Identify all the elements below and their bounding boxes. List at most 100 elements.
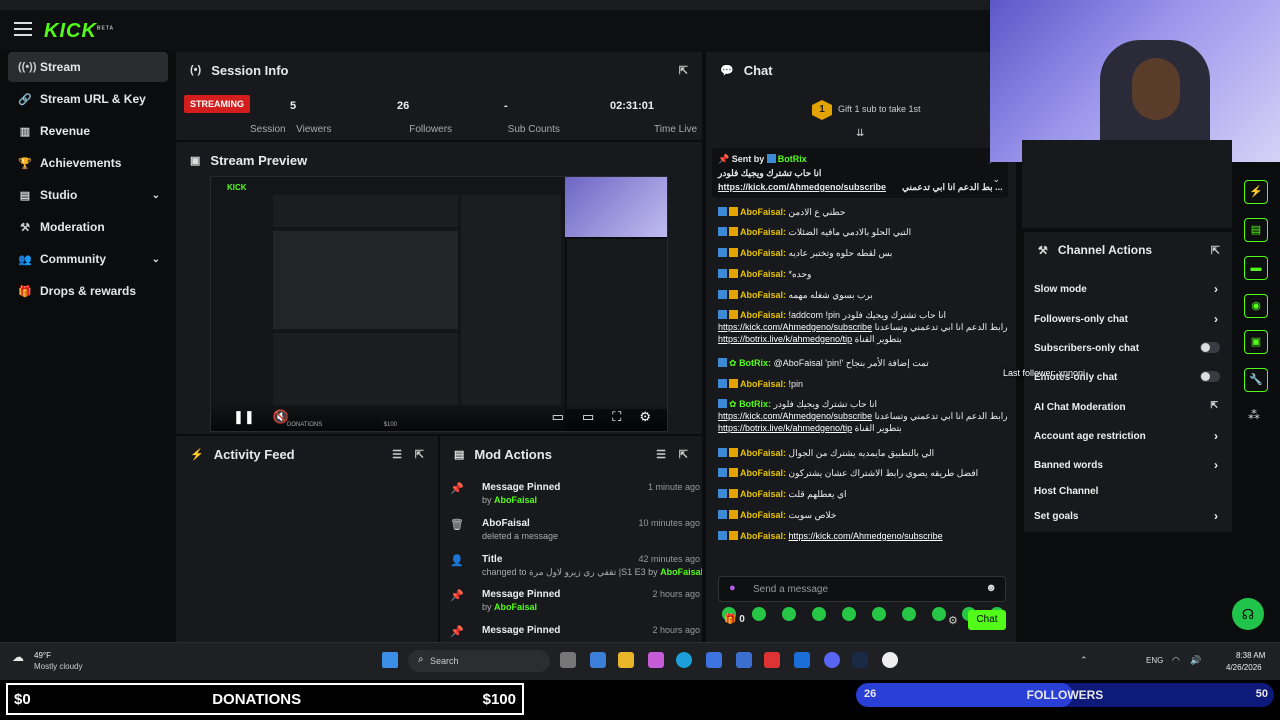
filter-icon[interactable]: ☰ <box>392 448 402 461</box>
action-banned-words[interactable]: Banned words › <box>1034 458 1224 472</box>
wifi-icon[interactable]: ◠ <box>1172 655 1180 666</box>
scroll-down-icon[interactable]: ⇊ <box>856 128 864 139</box>
title-icon: 👤 <box>450 555 464 567</box>
chat-link[interactable]: https://botrix.live/k/ahmedgeno/tip <box>718 423 852 433</box>
edge-icon[interactable] <box>676 652 692 668</box>
chat-link[interactable]: https://kick.com/Ahmedgeno/subscribe <box>718 411 872 421</box>
emote-icon[interactable] <box>752 607 766 621</box>
discord-icon[interactable] <box>824 652 840 668</box>
popout-icon[interactable]: ⇱ <box>679 64 688 77</box>
mail-icon[interactable] <box>794 652 810 668</box>
kick-logo[interactable]: KICKBETA <box>44 20 114 43</box>
chat-message: AboFaisal: الي بالتطبيق مايمديه يشترك من… <box>718 447 1008 459</box>
sidebar-item-stream-url-key[interactable]: 🔗 Stream URL & Key <box>8 84 168 114</box>
action-account-age[interactable]: Account age restriction › <box>1034 429 1224 443</box>
send-chat-button[interactable]: Chat <box>968 610 1006 630</box>
chat-link[interactable]: https://kick.com/Ahmedgeno/subscribe <box>718 322 872 332</box>
clock-time[interactable]: 8:38 AM <box>1236 651 1265 660</box>
crown-badge-icon <box>729 448 738 457</box>
emote-icon[interactable] <box>782 607 796 621</box>
volume-icon[interactable]: 🔊 <box>1190 655 1201 666</box>
mod-badge-icon <box>718 510 727 519</box>
pin-icon: 📌 <box>718 154 730 164</box>
webcam-overlay <box>990 0 1280 162</box>
windows-start-icon[interactable] <box>382 652 398 668</box>
pin-icon: 📌 <box>450 483 464 495</box>
app-icon[interactable] <box>648 652 664 668</box>
wrench-icon[interactable]: 🔧 <box>1244 368 1268 392</box>
action-host-channel[interactable]: Host Channel <box>1034 486 1224 497</box>
settings-icon[interactable]: ⚙ <box>948 614 958 627</box>
popout-icon[interactable]: ⇱ <box>679 448 688 461</box>
chat-input[interactable]: ● Send a message ☻ <box>718 576 1006 602</box>
emote-icon[interactable] <box>932 607 946 621</box>
support-headset-icon[interactable]: ☊ <box>1232 598 1264 630</box>
action-slow-mode[interactable]: Slow mode › <box>1034 282 1224 296</box>
verified-bot-icon: ✿ <box>729 399 737 409</box>
taskbar-search[interactable]: ⌕ Search <box>408 650 550 672</box>
preview-dashboard-mirror: KICK <box>211 177 565 431</box>
menu-icon[interactable] <box>14 22 32 36</box>
weather-text[interactable]: Mostly cloudy <box>34 662 82 671</box>
emoji-icon[interactable]: ☻ <box>985 582 997 594</box>
chat-link[interactable]: https://botrix.live/k/ahmedgeno/tip <box>718 334 852 344</box>
broadcast-icon[interactable]: ◉ <box>1244 294 1268 318</box>
subscribers-only-toggle[interactable] <box>1200 342 1220 353</box>
app-icon[interactable] <box>590 652 606 668</box>
chevron-right-icon: › <box>1214 458 1218 472</box>
popout-icon[interactable]: ⇱ <box>415 448 424 461</box>
sidebar-item-revenue[interactable]: ▥ Revenue <box>8 116 168 146</box>
chevron-down-icon[interactable]: ⌄ <box>992 174 1000 185</box>
language-indicator[interactable]: ENG <box>1146 656 1163 665</box>
sidebar-item-studio[interactable]: ▤ Studio ⌄ <box>8 180 168 210</box>
app-icon[interactable] <box>736 652 752 668</box>
sidebar-item-community[interactable]: 👥 Community ⌄ <box>8 244 168 274</box>
popout-icon[interactable]: ⇱ <box>1211 244 1220 257</box>
document-icon[interactable]: ▤ <box>1244 218 1268 242</box>
crown-badge-icon <box>729 510 738 519</box>
pip-icon[interactable]: ▭ <box>552 409 564 425</box>
mod-badge-icon <box>718 269 727 278</box>
chevron-down-icon: ⌄ <box>151 253 160 265</box>
pinned-message[interactable]: 📌 Sent by BotRix انا حاب تشترك ويجيك فلو… <box>712 148 1008 198</box>
theater-icon[interactable]: ▭ <box>582 409 594 425</box>
weather-temp[interactable]: 49°F <box>34 651 51 660</box>
pin-icon: 📌 <box>450 626 464 638</box>
settings-icon[interactable]: ⚙ <box>639 409 651 425</box>
action-set-goals[interactable]: Set goals › <box>1034 509 1224 523</box>
network-icon[interactable]: ⁂ <box>1248 408 1260 422</box>
chat-panel: 💬 Chat 1 Gift 1 sub to take 1st ⇊ 📌 Sent … <box>706 52 1016 642</box>
emotes-only-toggle[interactable] <box>1200 371 1220 382</box>
filter-icon[interactable]: ☰ <box>656 448 666 461</box>
file-explorer-icon[interactable] <box>618 652 634 668</box>
stream-preview-video[interactable]: KICK ❚❚ 🔇 ▭ ▭ ⛶ ⚙ DONATIONS $100 <box>210 176 668 432</box>
emote-icon[interactable] <box>902 607 916 621</box>
mcafee-icon[interactable] <box>764 652 780 668</box>
points-counter[interactable]: 🎁 0 <box>724 614 745 625</box>
store-icon[interactable] <box>706 652 722 668</box>
chat-icon[interactable]: ▬ <box>1244 256 1268 280</box>
chat-link[interactable]: https://kick.com/Ahmedgeno/subscribe <box>789 531 943 541</box>
emote-icon[interactable] <box>872 607 886 621</box>
tray-chevron-icon[interactable]: ⌃ <box>1080 655 1088 666</box>
clock-date[interactable]: 4/26/2026 <box>1226 663 1262 672</box>
chrome-icon[interactable] <box>882 652 898 668</box>
sidebar-item-achievements[interactable]: 🏆 Achievements <box>8 148 168 178</box>
sidebar-item-moderation[interactable]: ⚒ Moderation <box>8 212 168 242</box>
steam-icon[interactable] <box>852 652 868 668</box>
action-followers-only[interactable]: Followers-only chat › <box>1034 312 1224 326</box>
fullscreen-icon[interactable]: ⛶ <box>612 409 621 425</box>
preview-icon: ▣ <box>190 154 201 167</box>
emote-icon[interactable] <box>842 607 856 621</box>
sidebar-item-stream[interactable]: ((•)) Stream <box>8 52 168 82</box>
pinned-link[interactable]: https://kick.com/Ahmedgeno/subscribe <box>718 182 886 192</box>
layout-icon[interactable]: ▣ <box>1244 330 1268 354</box>
stat-viewers: 5 Viewers <box>290 100 332 135</box>
gift-sub-text[interactable]: Gift 1 sub to take 1st <box>838 104 921 114</box>
emote-icon[interactable] <box>812 607 826 621</box>
action-ai-moderation[interactable]: AI Chat Moderation ⇱ <box>1034 400 1224 413</box>
microphone-icon[interactable]: ● <box>729 582 736 594</box>
task-view-icon[interactable] <box>560 652 576 668</box>
sidebar-item-drops[interactable]: 🎁 Drops & rewards <box>8 276 168 306</box>
bolt-icon[interactable]: ⚡ <box>1244 180 1268 204</box>
